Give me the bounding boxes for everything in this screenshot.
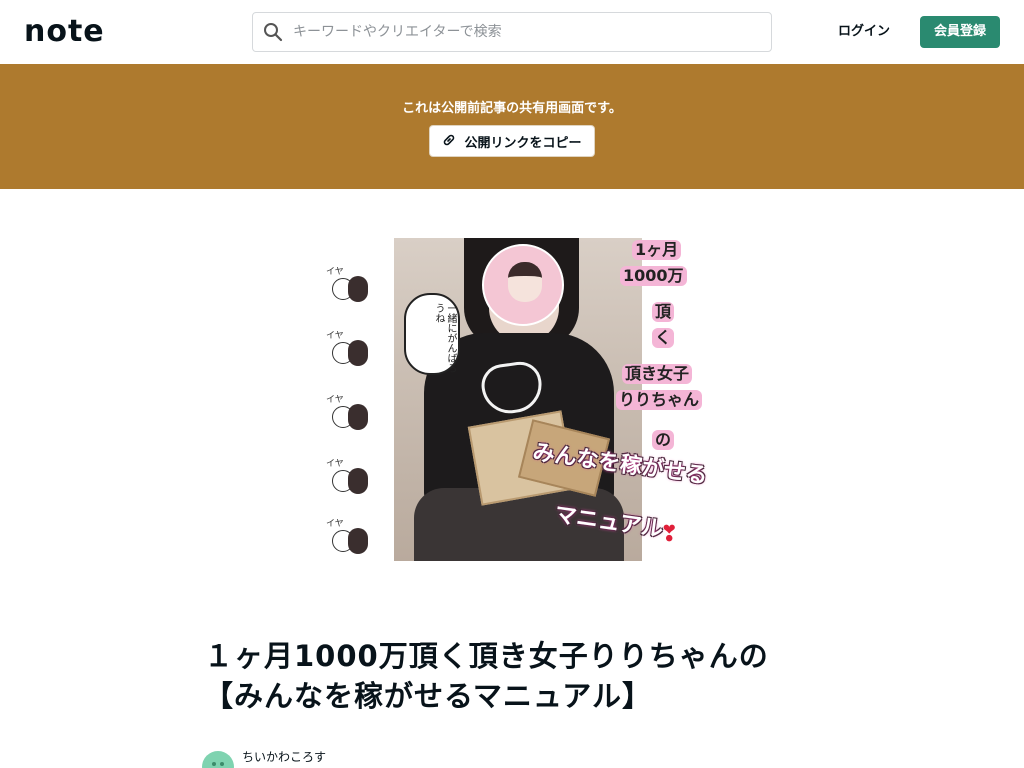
chibi-character: イヤ (324, 264, 370, 308)
copy-link-label: 公開リンクをコピー (464, 135, 582, 151)
caption-text: 頂き女子 (622, 364, 693, 384)
search-icon (253, 12, 293, 52)
caption-text: く (652, 328, 675, 348)
search-input[interactable] (293, 13, 753, 51)
hero-image: イヤ イヤ イヤ イヤ イヤ 一緒にがんばろうね 1ヶ月 1000万 頂 く 頂… (322, 238, 710, 561)
site-header: note ログイン 会員登録 (0, 0, 1024, 64)
search-box[interactable] (252, 12, 772, 52)
side-characters: イヤ イヤ イヤ イヤ イヤ (322, 258, 372, 558)
caption-text: りりちゃん (616, 390, 703, 410)
preview-banner-message: これは公開前記事の共有用画面です。 (402, 101, 622, 116)
article-title-line: １ヶ月1000万頂く頂き女子りりちゃんの (204, 639, 769, 673)
article-title: １ヶ月1000万頂く頂き女子りりちゃんの 【みんなを稼がせるマニュアル】 (204, 636, 844, 716)
article-title-line: 【みんなを稼がせるマニュアル】 (204, 679, 652, 713)
chibi-character: イヤ (324, 516, 370, 560)
caption-text: 頂 (652, 302, 675, 322)
preview-banner: これは公開前記事の共有用画面です。 公開リンクをコピー (0, 64, 1024, 189)
chibi-character: イヤ (324, 392, 370, 436)
login-button[interactable]: ログイン (828, 16, 900, 48)
author-name[interactable]: ちいかわころす (242, 748, 326, 766)
logo-text: note (24, 14, 105, 49)
chibi-character: イヤ (324, 328, 370, 372)
heart-icon: ❣ (660, 522, 679, 547)
link-icon (442, 132, 456, 151)
character-sticker (482, 244, 564, 326)
caption-text: の (652, 430, 675, 450)
copy-link-button[interactable]: 公開リンクをコピー (429, 125, 595, 157)
note-logo[interactable]: note (24, 14, 105, 49)
speech-bubble: 一緒にがんばろうね (404, 293, 460, 375)
register-button[interactable]: 会員登録 (920, 16, 1000, 48)
caption-text: 1ヶ月 (632, 240, 682, 260)
author-avatar[interactable] (202, 751, 234, 768)
author-info[interactable]: ちいかわころす (202, 748, 326, 768)
chibi-character: イヤ (324, 456, 370, 500)
caption-text: 1000万 (620, 266, 687, 286)
